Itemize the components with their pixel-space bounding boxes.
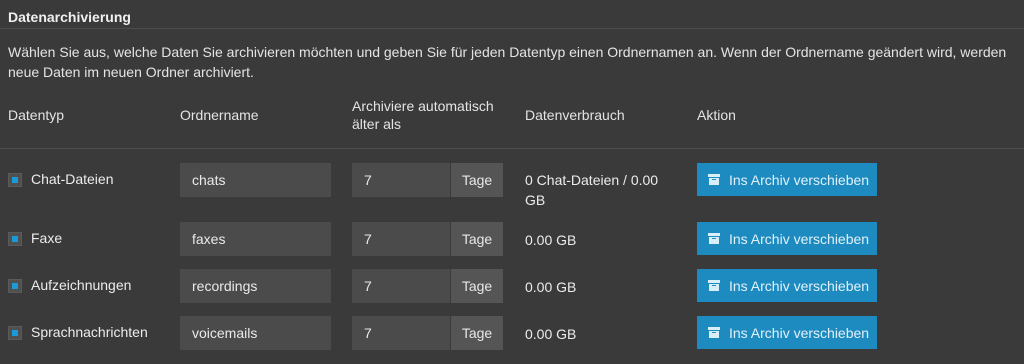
column-header-usage: Datenverbrauch <box>525 107 625 123</box>
days-unit-label: Tage <box>451 163 503 197</box>
type-label: Aufzeichnungen <box>31 277 132 293</box>
column-header-archive-after-line2: älter als <box>352 116 402 132</box>
type-label: Sprachnachrichten <box>31 324 148 340</box>
checkbox-faxes[interactable] <box>8 232 22 246</box>
days-unit-label: Tage <box>451 316 503 350</box>
column-header-action: Aktion <box>697 107 736 123</box>
table-row: Chat-Dateien Tage 0 Chat-Dateien / 0.00 … <box>0 163 1024 208</box>
data-usage: 0.00 GB <box>525 279 577 295</box>
table-row: Faxe Tage 0.00 GB Ins Archiv verschieben <box>0 222 1024 256</box>
column-header-folder: Ordnername <box>180 107 259 123</box>
days-unit-label: Tage <box>451 269 503 303</box>
section-title: Datenarchivierung <box>8 9 131 25</box>
type-label: Faxe <box>31 230 63 246</box>
archive-days-input[interactable] <box>352 269 450 303</box>
archive-box-icon <box>708 174 720 185</box>
table-row: Sprachnachrichten Tage 0.00 GB Ins Archi… <box>0 316 1024 350</box>
header-divider <box>0 148 1024 149</box>
data-usage: 0.00 GB <box>525 232 577 248</box>
checkbox-recordings[interactable] <box>8 279 22 293</box>
move-to-archive-button[interactable]: Ins Archiv verschieben <box>697 269 877 302</box>
move-to-archive-button[interactable]: Ins Archiv verschieben <box>697 222 877 255</box>
section-description: Wählen Sie aus, welche Daten Sie archivi… <box>8 44 1007 80</box>
title-divider <box>0 28 1024 29</box>
folder-name-input[interactable] <box>180 163 331 197</box>
move-to-archive-button[interactable]: Ins Archiv verschieben <box>697 316 877 349</box>
type-label: Chat-Dateien <box>31 171 114 187</box>
archive-box-icon <box>708 280 720 291</box>
archive-box-icon <box>708 233 720 244</box>
move-to-archive-label: Ins Archiv verschieben <box>729 171 870 188</box>
move-to-archive-button[interactable]: Ins Archiv verschieben <box>697 163 877 196</box>
column-header-type: Datentyp <box>8 107 65 123</box>
checkbox-chat-files[interactable] <box>8 173 22 187</box>
table-row: Aufzeichnungen Tage 0.00 GB Ins Archiv v… <box>0 269 1024 303</box>
data-usage: 0.00 GB <box>525 326 577 342</box>
archive-days-input[interactable] <box>352 163 450 197</box>
archive-days-input[interactable] <box>352 222 450 256</box>
archive-days-input[interactable] <box>352 316 450 350</box>
checkbox-voicemails[interactable] <box>8 326 22 340</box>
move-to-archive-label: Ins Archiv verschieben <box>729 230 870 247</box>
column-header-archive-after: Archiviere automatisch älter als <box>352 97 494 133</box>
move-to-archive-label: Ins Archiv verschieben <box>729 324 870 341</box>
folder-name-input[interactable] <box>180 222 331 256</box>
days-unit-label: Tage <box>451 222 503 256</box>
archive-box-icon <box>708 327 720 338</box>
folder-name-input[interactable] <box>180 269 331 303</box>
folder-name-input[interactable] <box>180 316 331 350</box>
column-header-archive-after-line1: Archiviere automatisch <box>352 98 494 114</box>
move-to-archive-label: Ins Archiv verschieben <box>729 277 870 294</box>
data-usage: 0 Chat-Dateien / 0.00 GB <box>525 172 659 208</box>
